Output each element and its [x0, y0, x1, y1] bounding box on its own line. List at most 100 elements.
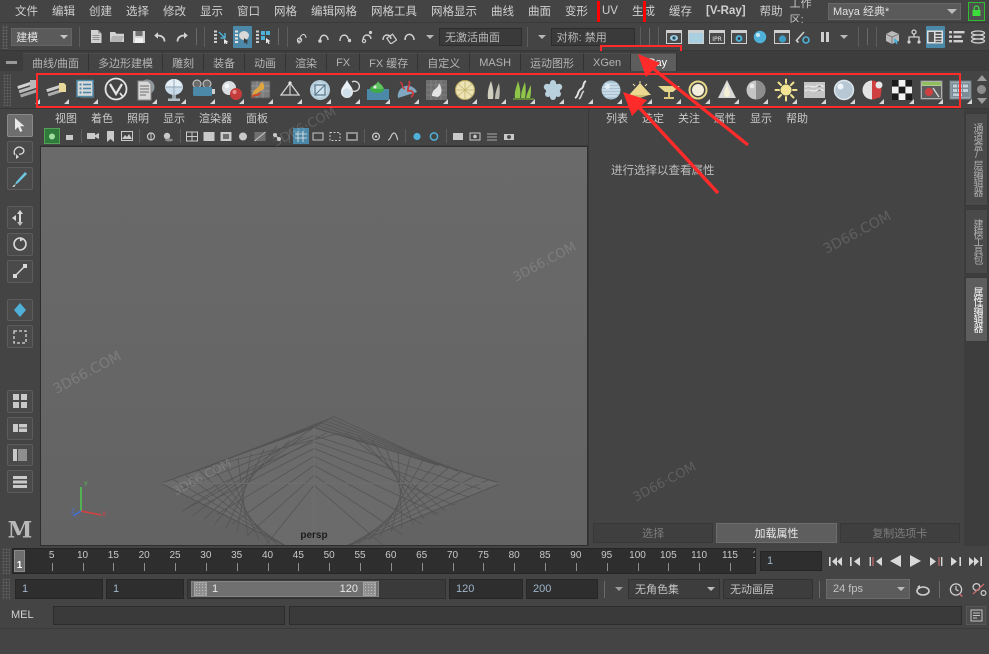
vray-rect-light-icon[interactable]	[685, 74, 712, 106]
menu-item-curves[interactable]: 曲线	[484, 1, 521, 21]
vray-toon-icon[interactable]	[801, 74, 828, 106]
step-back-frame-icon[interactable]	[846, 550, 865, 572]
playback-range-bar[interactable]: 1 120	[187, 579, 446, 599]
scale-tool-icon[interactable]	[7, 260, 33, 283]
vray-proxy-icon[interactable]	[335, 74, 362, 106]
vray-material-icon[interactable]	[219, 74, 246, 106]
toggle-attribute-editor-icon[interactable]	[926, 26, 945, 48]
resolution-gate-icon[interactable]	[327, 128, 343, 144]
menu-item-mesh-display[interactable]: 网格显示	[424, 1, 484, 21]
redo-icon[interactable]	[172, 26, 191, 48]
vray-sky-icon[interactable]	[626, 74, 653, 106]
play-backwards-icon[interactable]	[886, 550, 905, 572]
viewport-menu-lighting[interactable]: 照明	[120, 109, 156, 127]
vray-fog-icon[interactable]	[597, 74, 624, 106]
animation-preferences-icon[interactable]	[969, 579, 989, 599]
ae-menu-list[interactable]: 列表	[599, 109, 635, 127]
statusbar-grip[interactable]	[2, 25, 8, 49]
open-scene-icon[interactable]	[108, 26, 127, 48]
time-slider-grip[interactable]	[2, 548, 10, 574]
vray-sphere-mat-icon[interactable]	[830, 74, 857, 106]
image-plane-icon[interactable]	[119, 128, 135, 144]
step-forward-key-icon[interactable]	[926, 550, 945, 572]
ae-copy-tab-button[interactable]: 复制选项卡	[840, 523, 960, 543]
shelf-grip[interactable]	[3, 74, 11, 106]
vray-clipper-icon[interactable]	[510, 74, 537, 106]
pause-render-icon[interactable]	[815, 26, 834, 48]
film-gate-icon[interactable]	[310, 128, 326, 144]
right-tab-attribute-editor[interactable]: 属性编辑器	[965, 277, 988, 342]
menu-item-mesh[interactable]: 网格	[267, 1, 304, 21]
outliner-persp-layout-icon[interactable]	[7, 444, 33, 467]
snap-to-view-plane-icon[interactable]	[379, 26, 398, 48]
bookmark-icon[interactable]	[102, 128, 118, 144]
new-scene-icon[interactable]	[86, 26, 105, 48]
viewport-renderer-icon[interactable]	[467, 128, 483, 144]
move-tool-icon[interactable]	[7, 206, 33, 229]
shelf-tab-rendering[interactable]: 渲染	[286, 53, 327, 71]
save-scene-icon[interactable]	[129, 26, 148, 48]
toggle-tool-settings-icon[interactable]	[969, 26, 988, 48]
vray-blend-material-icon[interactable]	[248, 74, 275, 106]
script-editor-icon[interactable]	[966, 606, 986, 625]
select-by-hierarchy-icon[interactable]	[211, 26, 230, 48]
lasso-select-tool-icon[interactable]	[7, 141, 33, 164]
menu-item-file[interactable]: 文件	[8, 1, 45, 21]
vray-mesh-light-icon[interactable]	[714, 74, 741, 106]
ae-menu-attributes[interactable]: 属性	[707, 109, 743, 127]
hypershade-icon[interactable]	[750, 26, 769, 48]
xray-active-icon[interactable]	[426, 128, 442, 144]
menu-item-modify[interactable]: 修改	[156, 1, 193, 21]
symmetry-field[interactable]: 对称: 禁用	[551, 28, 635, 46]
exposure-icon[interactable]	[368, 128, 384, 144]
snap-to-projected-center-icon[interactable]	[358, 26, 377, 48]
smooth-shade-icon[interactable]	[201, 128, 217, 144]
grid-display-icon[interactable]	[484, 128, 500, 144]
shelf-tab-sculpting[interactable]: 雕刻	[163, 53, 204, 71]
ae-menu-focus[interactable]: 关注	[671, 109, 707, 127]
toggle-channel-box-icon[interactable]	[947, 26, 966, 48]
snap-to-point-icon[interactable]	[336, 26, 355, 48]
vray-hair-icon[interactable]	[568, 74, 595, 106]
select-tool-icon[interactable]	[7, 114, 33, 137]
render-region-icon[interactable]	[686, 26, 705, 48]
animation-start-field[interactable]: 1	[15, 579, 103, 599]
go-to-start-icon[interactable]	[826, 550, 845, 572]
character-set-menu-icon[interactable]	[611, 580, 625, 598]
vray-render-last-icon[interactable]	[44, 74, 71, 106]
vray-plane-icon[interactable]	[656, 74, 683, 106]
menu-item-edit-mesh[interactable]: 编辑网格	[304, 1, 364, 21]
wireframe-icon[interactable]	[184, 128, 200, 144]
vray-sphere-fade-icon[interactable]	[743, 74, 770, 106]
character-set-dropdown[interactable]: 无角色集	[628, 579, 720, 599]
ae-select-button[interactable]: 选择	[593, 523, 713, 543]
render-view-icon[interactable]	[772, 26, 791, 48]
select-camera-icon[interactable]	[44, 128, 60, 144]
shadows-icon[interactable]	[160, 128, 176, 144]
render-current-frame-icon[interactable]: ${}	[665, 26, 684, 48]
menu-item-surfaces[interactable]: 曲面	[521, 1, 558, 21]
loop-playback-icon[interactable]	[913, 579, 933, 599]
play-forwards-icon[interactable]	[906, 550, 925, 572]
select-by-component-icon[interactable]	[254, 26, 273, 48]
shelf-tab-animation[interactable]: 动画	[245, 53, 286, 71]
high-quality-render-icon[interactable]	[450, 128, 466, 144]
vray-checker-icon[interactable]	[888, 74, 915, 106]
toggle-hypergraph-icon[interactable]	[904, 26, 923, 48]
ae-menu-selected[interactable]: 选定	[635, 109, 671, 127]
menu-item-generate[interactable]: 生成	[625, 1, 662, 21]
current-time-indicator[interactable]: 1	[14, 550, 25, 572]
vray-environment-icon[interactable]	[481, 74, 508, 106]
active-surface-field[interactable]: 无激活曲面	[439, 28, 522, 46]
shelf-tab-xgen[interactable]: XGen	[584, 53, 631, 71]
vray-displacement-icon[interactable]	[306, 74, 333, 106]
chevron-down-icon[interactable]	[426, 35, 434, 39]
perspective-viewport[interactable]: Y X Z persp	[40, 146, 588, 546]
menu-item-deform[interactable]: 变形	[558, 1, 595, 21]
xray-joints-icon[interactable]	[269, 128, 285, 144]
right-tab-channel-box[interactable]: 通道盒/层编辑器	[965, 113, 988, 206]
camera-attributes-icon[interactable]	[85, 128, 101, 144]
ae-menu-help[interactable]: 帮助	[779, 109, 815, 127]
viewport-menu-panels[interactable]: 面板	[239, 109, 275, 127]
shelf-handle-icon[interactable]	[2, 54, 20, 71]
